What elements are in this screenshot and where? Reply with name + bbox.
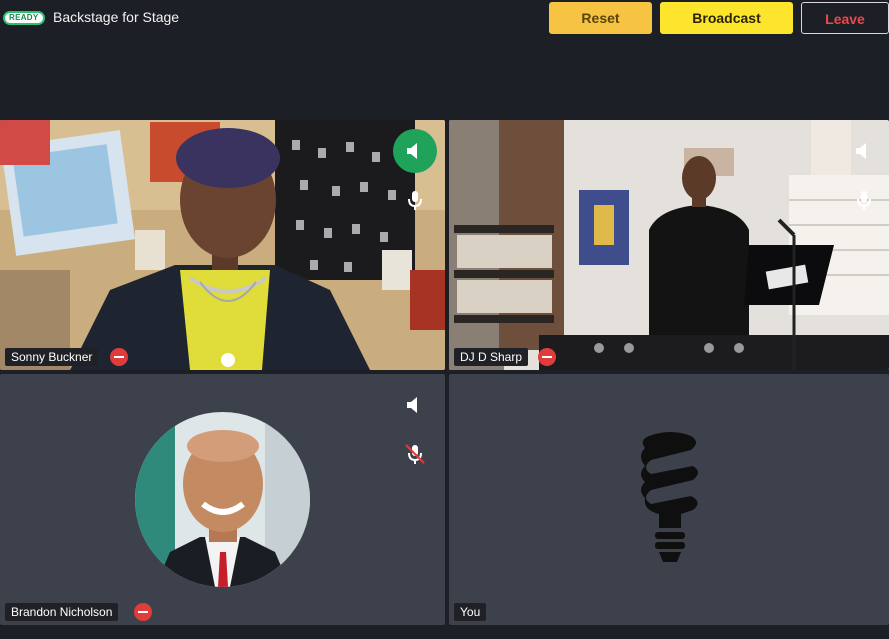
leave-button[interactable]: Leave <box>801 2 889 34</box>
mic-icon[interactable] <box>850 186 878 214</box>
participant-video <box>449 120 889 370</box>
participant-tile-sonny-buckner: Sonny Buckner <box>0 120 445 370</box>
participant-name-label: Brandon Nicholson <box>5 603 119 621</box>
participant-tile-dj-d-sharp: DJ D Sharp <box>449 120 889 370</box>
remove-icon[interactable] <box>134 603 152 621</box>
participant-name-label: Sonny Buckner <box>5 348 99 366</box>
participant-tile-brandon-nicholson: Brandon Nicholson <box>0 374 445 625</box>
lightbulb-icon <box>641 432 698 562</box>
top-bar: READY Backstage for Stage Reset Broadcas… <box>0 0 889 36</box>
remove-icon[interactable] <box>110 348 128 366</box>
remove-icon[interactable] <box>538 348 556 366</box>
reset-button[interactable]: Reset <box>549 2 652 34</box>
broadcast-button[interactable]: Broadcast <box>660 2 793 34</box>
participant-name-label: You <box>454 603 487 621</box>
speaker-icon[interactable] <box>850 137 878 165</box>
status-badge: READY <box>3 11 45 25</box>
speaker-icon[interactable] <box>401 391 429 419</box>
mic-icon[interactable] <box>401 186 429 214</box>
avatar <box>135 412 310 587</box>
speaker-icon[interactable] <box>401 137 429 165</box>
participant-tile-you: You <box>449 374 889 625</box>
mic-muted-icon[interactable] <box>401 440 429 468</box>
participant-video <box>0 120 445 370</box>
page-title: Backstage for Stage <box>53 9 180 25</box>
participant-name-label: DJ D Sharp <box>454 348 529 366</box>
